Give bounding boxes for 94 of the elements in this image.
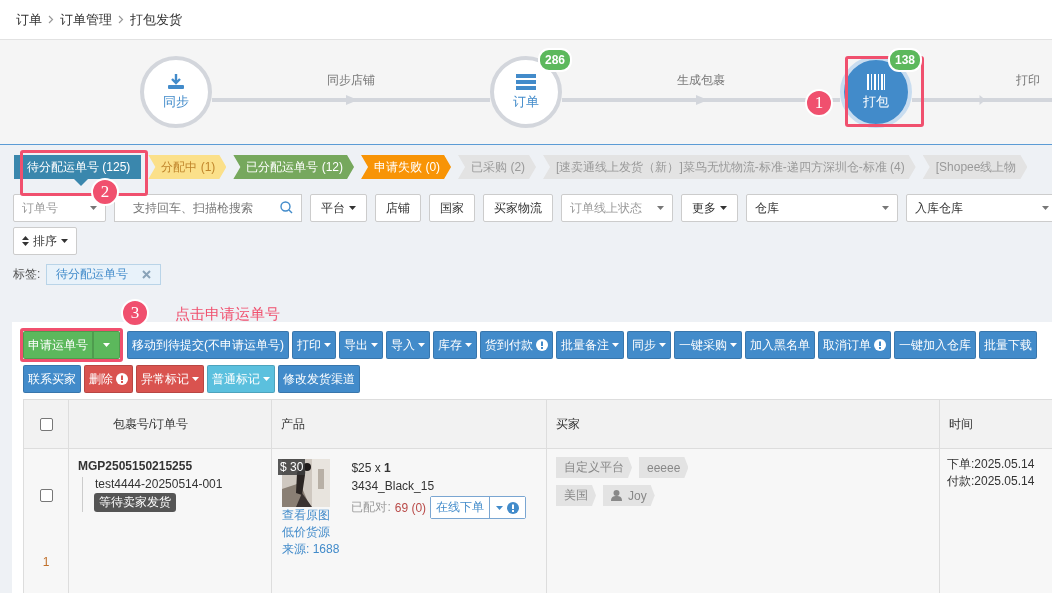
sort-icon bbox=[22, 236, 29, 246]
search-icon bbox=[280, 201, 293, 214]
step-node[interactable]: 同步 bbox=[140, 56, 212, 128]
sort-button[interactable]: 排序 bbox=[13, 227, 77, 255]
paired-count: 69 (0) bbox=[394, 500, 427, 515]
filter-button[interactable]: 国家 bbox=[429, 194, 475, 222]
action-button[interactable]: 批量备注 bbox=[556, 331, 624, 359]
order-number: test4444-20250514-001 bbox=[95, 477, 223, 491]
status-label: 等待卖家发货 bbox=[94, 493, 176, 512]
status-tab[interactable]: [Shopee线上物 bbox=[922, 155, 1028, 179]
action-button[interactable]: 一键采购 bbox=[674, 331, 742, 359]
breadcrumb-item[interactable]: 订单 bbox=[16, 10, 42, 29]
status-tab[interactable]: 申请失败 (0) bbox=[361, 155, 452, 179]
price-quantity: $25 x 1 bbox=[351, 460, 392, 477]
checkbox[interactable] bbox=[39, 417, 53, 431]
annotation-marker: 1 bbox=[805, 89, 833, 117]
caret-icon bbox=[103, 343, 110, 347]
step-connector-label: 同步店铺 bbox=[327, 71, 375, 89]
caret-icon bbox=[349, 206, 356, 210]
step-connector-label: 生成包裹 bbox=[677, 71, 725, 89]
alert-icon bbox=[507, 501, 520, 514]
select-field[interactable]: 入库仓库 bbox=[906, 194, 1052, 222]
action-button[interactable]: 打印 bbox=[292, 331, 336, 359]
package-number: MGP2505150215255 bbox=[78, 459, 194, 473]
action-button[interactable]: 同步 bbox=[627, 331, 671, 359]
action-button[interactable]: 导出 bbox=[339, 331, 383, 359]
select-field[interactable]: 仓库 bbox=[746, 194, 898, 222]
action-button[interactable]: 异常标记 bbox=[136, 365, 204, 393]
action-button[interactable]: 货到付款 bbox=[480, 331, 553, 359]
paired-label: 已配对: bbox=[351, 499, 391, 516]
caret-icon bbox=[720, 206, 727, 210]
caret-icon bbox=[496, 505, 504, 510]
action-button[interactable]: 移动到待提交(不申请运单号) bbox=[127, 331, 289, 359]
breadcrumb-item[interactable]: 订单管理 bbox=[60, 10, 112, 29]
column-header: 包裹号/订单号 bbox=[113, 415, 189, 433]
user-icon bbox=[611, 490, 622, 501]
action-button[interactable]: 取消订单 bbox=[818, 331, 891, 359]
count-badge: 286 bbox=[537, 48, 572, 72]
annotation-marker: 3 bbox=[121, 299, 149, 327]
step-connector-label: 打印 bbox=[1016, 71, 1040, 89]
action-button[interactable]: 导入 bbox=[386, 331, 430, 359]
buyer-tag: 自定义平台 bbox=[556, 457, 632, 478]
chevron-icon bbox=[48, 15, 54, 24]
product-link[interactable]: 低价货源 bbox=[282, 524, 340, 541]
select-field[interactable]: 订单线上状态 bbox=[561, 194, 673, 222]
column-header: 时间 bbox=[949, 415, 973, 433]
status-tab[interactable]: 待分配运单号 (125) bbox=[14, 155, 142, 179]
action-button[interactable]: 联系买家 bbox=[23, 365, 81, 393]
caret-icon bbox=[882, 206, 889, 210]
caret-icon bbox=[1042, 206, 1049, 210]
order-online-button[interactable]: 在线下单 bbox=[431, 497, 491, 518]
action-button[interactable]: 删除 bbox=[84, 365, 133, 393]
action-button[interactable]: 申请运单号 bbox=[23, 331, 93, 359]
count-badge: 138 bbox=[887, 48, 922, 72]
server-icon bbox=[516, 73, 536, 90]
annotation-marker: 2 bbox=[91, 178, 119, 206]
status-tab[interactable]: 已采购 (2) bbox=[458, 155, 537, 179]
dropdown-button[interactable]: 更多 bbox=[681, 194, 738, 222]
download-icon bbox=[167, 73, 185, 90]
buyer-tag: eeeee bbox=[639, 457, 689, 478]
annotation-text: 点击申请运单号 bbox=[175, 305, 280, 324]
row-number: 1 bbox=[42, 555, 50, 569]
time-text: 下单:2025.05.14 bbox=[947, 456, 1036, 473]
action-button[interactable]: 一键加入仓库 bbox=[894, 331, 976, 359]
column-header: 买家 bbox=[556, 415, 580, 433]
product-link[interactable]: 查看原图 bbox=[282, 507, 340, 524]
action-button[interactable]: 加入黑名单 bbox=[745, 331, 815, 359]
status-tab[interactable]: 已分配运单号 (12) bbox=[233, 155, 355, 179]
column-header: 产品 bbox=[281, 415, 305, 433]
buyer-tag: 美国 bbox=[556, 485, 596, 506]
buyer-name: Joy bbox=[603, 485, 655, 506]
close-icon[interactable] bbox=[142, 269, 152, 279]
tag-label: 标签: bbox=[13, 265, 41, 283]
search-field[interactable]: 支持回车、扫描枪搜索 bbox=[114, 194, 302, 222]
dropdown-toggle[interactable] bbox=[93, 331, 120, 359]
breadcrumb-item: 打包发货 bbox=[130, 10, 182, 29]
dropdown-button[interactable]: 平台 bbox=[310, 194, 367, 222]
caret-icon bbox=[61, 239, 68, 243]
action-button[interactable]: 修改发货渠道 bbox=[278, 365, 360, 393]
chevron-icon bbox=[118, 15, 124, 24]
action-button[interactable]: 库存 bbox=[433, 331, 477, 359]
action-button[interactable]: 批量下载 bbox=[979, 331, 1037, 359]
status-tab[interactable]: 分配中 (1) bbox=[148, 155, 227, 179]
action-button[interactable]: 普通标记 bbox=[207, 365, 275, 393]
tag-chip: 待分配运单号 bbox=[46, 263, 162, 285]
time-text: 付款:2025.05.14 bbox=[947, 473, 1036, 490]
barcode-icon bbox=[866, 73, 886, 90]
checkbox[interactable] bbox=[39, 489, 53, 502]
filter-button[interactable]: 买家物流 bbox=[483, 194, 553, 222]
product-link[interactable]: 来源: 1688 bbox=[282, 541, 340, 558]
sku-text: 3434_Black_15 bbox=[351, 478, 436, 495]
filter-button[interactable]: 店铺 bbox=[375, 194, 421, 222]
caret-icon bbox=[657, 206, 664, 210]
price-tag: $ 30 bbox=[278, 459, 306, 475]
